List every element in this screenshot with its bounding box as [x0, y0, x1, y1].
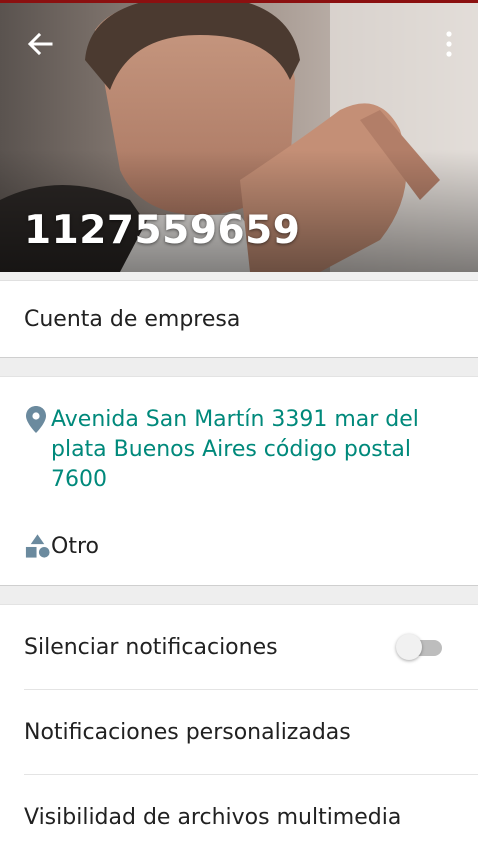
- divider: [0, 586, 478, 605]
- mute-notifications-label: Silenciar notificaciones: [24, 634, 278, 660]
- status-accent-line: [0, 0, 478, 3]
- mute-notifications-toggle[interactable]: [396, 634, 446, 660]
- custom-notifications-label: Notificaciones personalizadas: [24, 719, 351, 745]
- more-vert-icon[interactable]: [442, 28, 456, 60]
- profile-header: 1127559659: [0, 0, 478, 272]
- media-visibility-row[interactable]: Visibilidad de archivos multimedia: [24, 775, 478, 859]
- settings-section: Silenciar notificaciones Notificaciones …: [0, 605, 478, 859]
- category-text: Otro: [51, 533, 99, 559]
- address-row[interactable]: Avenida San Martín 3391 mar del plata Bu…: [0, 377, 478, 507]
- divider: [0, 272, 478, 281]
- address-text[interactable]: Avenida San Martín 3391 mar del plata Bu…: [51, 405, 441, 495]
- business-info-section: Avenida San Martín 3391 mar del plata Bu…: [0, 377, 478, 586]
- location-pin-icon: [26, 406, 46, 433]
- business-account-label: Cuenta de empresa: [0, 281, 478, 358]
- media-visibility-label: Visibilidad de archivos multimedia: [24, 804, 402, 830]
- custom-notifications-row[interactable]: Notificaciones personalizadas: [24, 690, 478, 775]
- category-shapes-icon: [25, 534, 50, 558]
- contact-title: 1127559659: [24, 208, 301, 253]
- arrow-back-icon[interactable]: [24, 28, 56, 60]
- mute-notifications-row[interactable]: Silenciar notificaciones: [24, 605, 478, 690]
- divider: [0, 358, 478, 377]
- category-row: Otro: [0, 507, 478, 585]
